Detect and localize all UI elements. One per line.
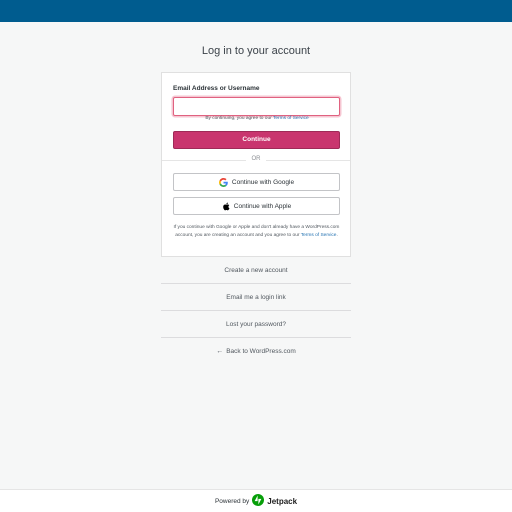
continue-button[interactable]: Continue (173, 131, 340, 149)
top-bar (0, 0, 512, 22)
powered-by-text: Powered by (214, 497, 250, 505)
apple-icon (222, 202, 230, 211)
footer: Powered by Jetpack (0, 489, 512, 512)
email-login-link[interactable]: Email me a login link (161, 284, 351, 311)
terms-notice: By continuing, you agree to our Terms of… (162, 116, 352, 121)
terms-prefix: By continuing, you agree to our (205, 116, 272, 121)
back-to-wordpress-link[interactable]: ← Back to WordPress.com (161, 338, 351, 365)
jetpack-logo-icon (252, 494, 265, 508)
email-label: Email Address or Username (173, 85, 260, 92)
disclaimer-terms-link[interactable]: Terms of Service (301, 233, 337, 238)
continue-with-apple-button[interactable]: Continue with Apple (173, 197, 340, 215)
continue-with-google-button[interactable]: Continue with Google (173, 173, 340, 191)
login-card: Email Address or Username By continuing,… (161, 72, 351, 257)
lost-password-link[interactable]: Lost your password? (161, 311, 351, 338)
email-input[interactable] (173, 97, 340, 116)
secondary-links: Create a new account Email me a login li… (161, 257, 351, 365)
or-label: OR (246, 156, 266, 162)
social-disclaimer: If you continue with Google or Apple and… (173, 224, 340, 239)
page-title: Log in to your account (201, 45, 311, 57)
terms-of-service-link[interactable]: Terms of Service (273, 116, 309, 121)
disclaimer-end: . (336, 232, 338, 238)
jetpack-brand[interactable]: Jetpack (267, 497, 297, 506)
back-link-label: Back to WordPress.com (226, 348, 296, 355)
arrow-left-icon: ← (216, 348, 224, 355)
google-button-label: Continue with Google (231, 178, 295, 186)
apple-button-label: Continue with Apple (233, 202, 292, 210)
create-account-link[interactable]: Create a new account (161, 257, 351, 284)
google-icon (218, 177, 228, 187)
